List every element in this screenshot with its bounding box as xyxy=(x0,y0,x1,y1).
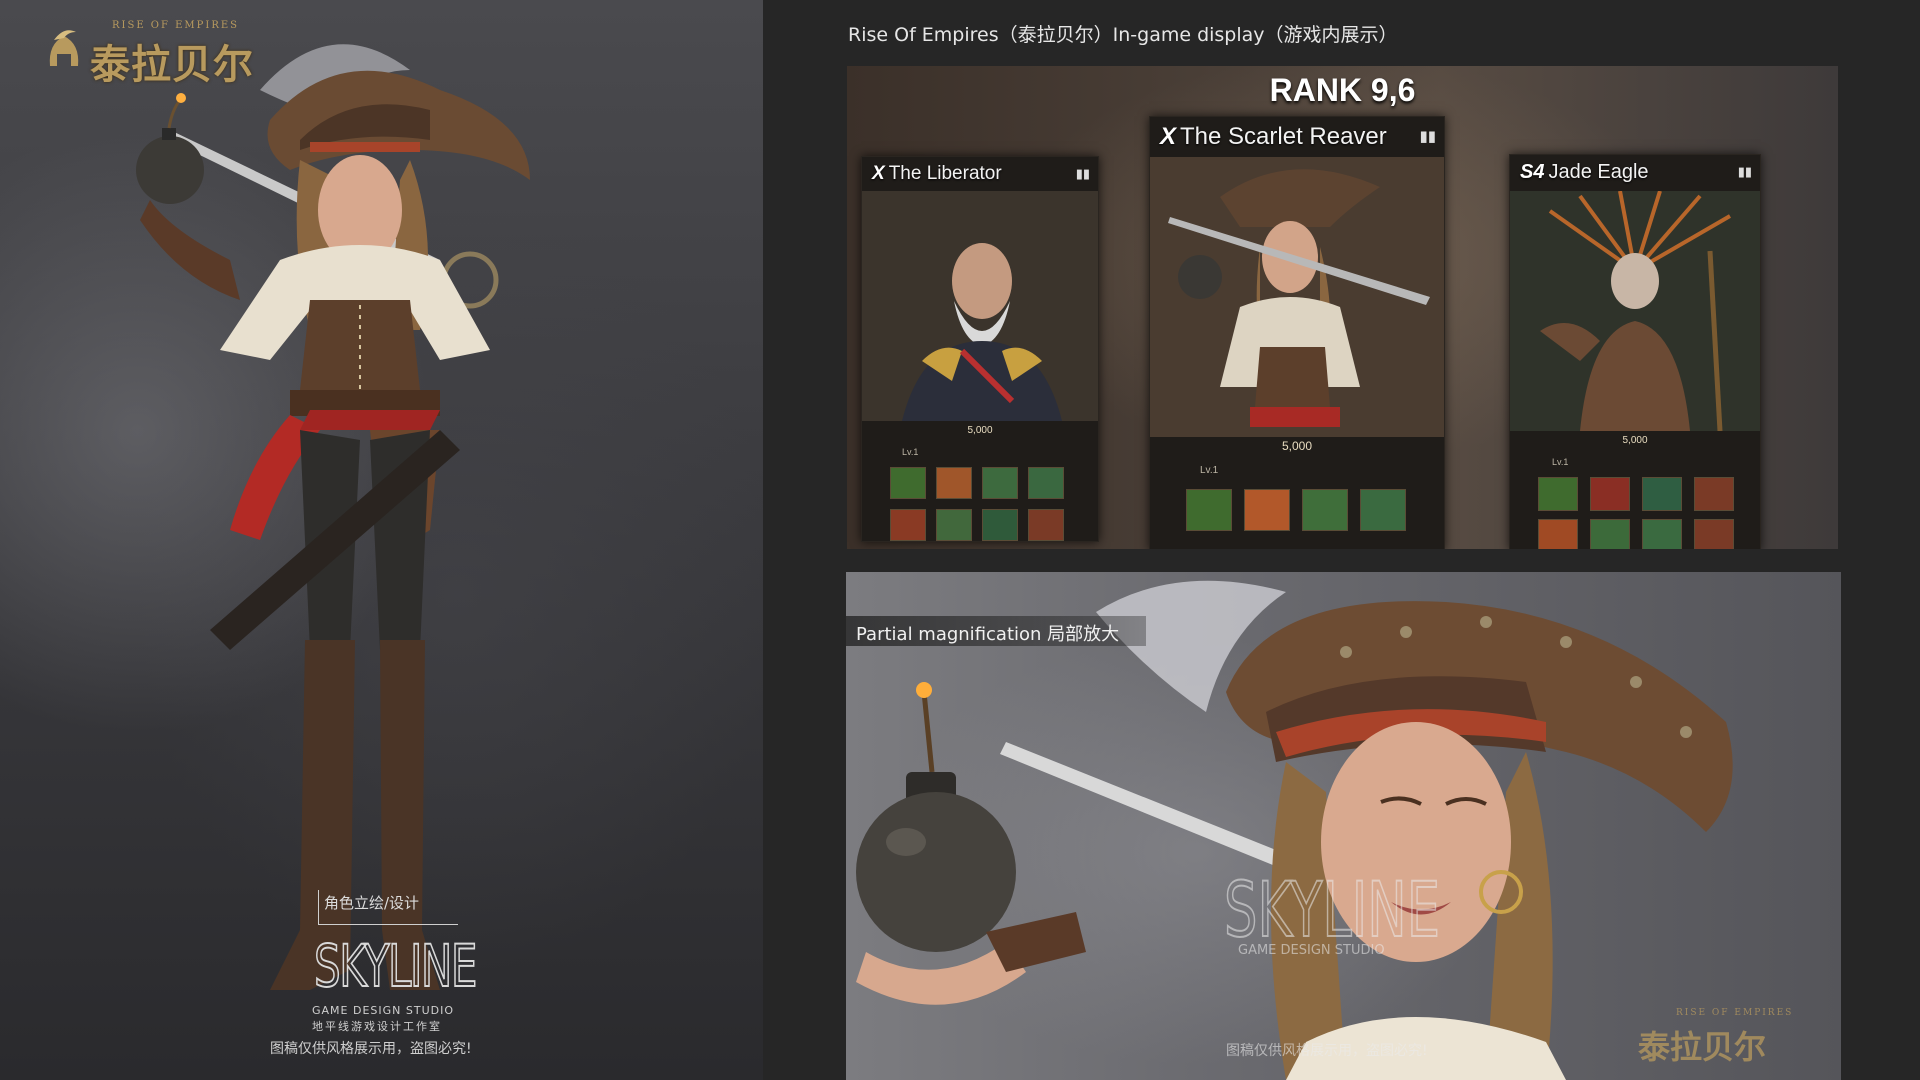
mag-logo-chinese: 泰拉贝尔 xyxy=(1638,1028,1767,1066)
card-title: S4 Jade Eagle xyxy=(1520,161,1649,184)
skill-icon[interactable] xyxy=(1590,477,1630,511)
skill-icon[interactable] xyxy=(1642,519,1682,549)
book-icon[interactable]: ▮▮ xyxy=(1419,127,1436,145)
magnified-character-art xyxy=(856,580,1733,1080)
skill-grid xyxy=(1186,489,1406,531)
skill-icon[interactable] xyxy=(1244,489,1290,531)
skill-icon[interactable] xyxy=(1028,467,1064,499)
helmet-logo-icon xyxy=(49,30,79,66)
card-rank-letter: X xyxy=(1160,123,1177,150)
studio-logo-mark: SKYLINE xyxy=(314,931,479,994)
skill-icon[interactable] xyxy=(982,509,1018,541)
skill-icon[interactable] xyxy=(936,509,972,541)
magnification-game-logo: RISE OF EMPIRES 泰拉贝尔 xyxy=(1616,1008,1826,1068)
skill-icon[interactable] xyxy=(1186,489,1232,531)
character-art-panel: RISE OF EMPIRES 泰拉贝尔 角色立绘/设计 SKYLINE GAM… xyxy=(0,0,763,1080)
skill-icon[interactable] xyxy=(1694,519,1734,549)
skill-icon[interactable] xyxy=(1028,509,1064,541)
card-name-text: The Liberator xyxy=(888,163,1002,184)
section-title: Rise Of Empires（泰拉贝尔）In-game display（游戏内… xyxy=(848,24,1398,46)
card-title: X The Liberator xyxy=(872,163,1002,185)
mag-logo-english: RISE OF EMPIRES xyxy=(1676,1008,1794,1018)
skill-grid xyxy=(1538,477,1734,549)
credit-divider-vertical xyxy=(318,890,319,924)
magnification-label-bar: Partial magnification 局部放大 xyxy=(846,616,1146,646)
studio-name-en: GAME DESIGN STUDIO xyxy=(312,1004,455,1017)
skill-icon[interactable] xyxy=(890,509,926,541)
copyright-notice: 图稿仅供风格展示用，盗图必究! xyxy=(270,1041,472,1057)
skill-icon[interactable] xyxy=(1360,489,1406,531)
hero-portrait xyxy=(862,191,1098,421)
magnification-notice: 图稿仅供风格展示用，盗图必究! xyxy=(1226,1043,1428,1059)
card-name-text: The Scarlet Reaver xyxy=(1180,123,1387,150)
magnification-label: Partial magnification 局部放大 xyxy=(856,624,1120,645)
card-cost: 5,000 xyxy=(967,425,993,436)
hero-portrait xyxy=(1510,191,1760,431)
hero-card-jade-eagle[interactable]: S4 Jade Eagle ▮▮ 5,000 Lv.1 xyxy=(1509,154,1761,549)
skill-icon[interactable] xyxy=(982,467,1018,499)
skill-icon[interactable] xyxy=(1302,489,1348,531)
card-name-text: Jade Eagle xyxy=(1548,161,1649,183)
skill-icon[interactable] xyxy=(1694,477,1734,511)
card-rank-letter: S4 xyxy=(1520,161,1545,183)
card-cost: 5,000 xyxy=(1622,435,1648,446)
credit-role: 角色立绘/设计 xyxy=(324,894,420,912)
book-icon[interactable]: ▮▮ xyxy=(1738,165,1752,180)
card-cost: 5,000 xyxy=(1281,439,1313,453)
skill-icon[interactable] xyxy=(936,467,972,499)
skill-icon[interactable] xyxy=(1538,477,1578,511)
studio-watermark-sub: GAME DESIGN STUDIO xyxy=(1238,943,1385,958)
skill-icon[interactable] xyxy=(1538,519,1578,549)
card-title: X The Scarlet Reaver xyxy=(1160,123,1387,151)
book-icon[interactable]: ▮▮ xyxy=(1076,167,1090,182)
skill-icon[interactable] xyxy=(1642,477,1682,511)
card-level: Lv.1 xyxy=(902,447,919,457)
skill-icon[interactable] xyxy=(1590,519,1630,549)
hero-card-liberator[interactable]: X The Liberator ▮▮ 5,000 Lv.1 xyxy=(861,156,1099,542)
studio-watermark-text: SKYLINE xyxy=(1224,865,1440,954)
rank-label: RANK 9,6 xyxy=(1269,72,1416,108)
hero-portrait xyxy=(1150,157,1444,437)
studio-watermark: SKYLINE GAME DESIGN STUDIO xyxy=(1224,864,1441,958)
card-level: Lv.1 xyxy=(1200,465,1219,476)
card-rank-letter: X xyxy=(872,163,885,184)
card-level: Lv.1 xyxy=(1552,457,1569,467)
credit-block: 角色立绘/设计 SKYLINE GAME DESIGN STUDIO 地平线游戏… xyxy=(310,888,510,1058)
studio-mark-text: SKYLINE xyxy=(314,932,476,994)
skill-grid xyxy=(890,467,1064,541)
studio-name-cn: 地平线游戏设计工作室 xyxy=(312,1020,442,1033)
skill-icon[interactable] xyxy=(890,467,926,499)
hero-card-scarlet-reaver[interactable]: X The Scarlet Reaver ▮▮ 5,000 Lv.1 xyxy=(1149,116,1445,549)
credit-divider-horizontal xyxy=(318,924,458,925)
magnification-panel: Partial magnification 局部放大 SKYLINE GAME … xyxy=(846,572,1841,1080)
ingame-display-panel: RANK 9,6 X The Liberator ▮▮ 5,000 Lv.1 X… xyxy=(847,66,1838,549)
